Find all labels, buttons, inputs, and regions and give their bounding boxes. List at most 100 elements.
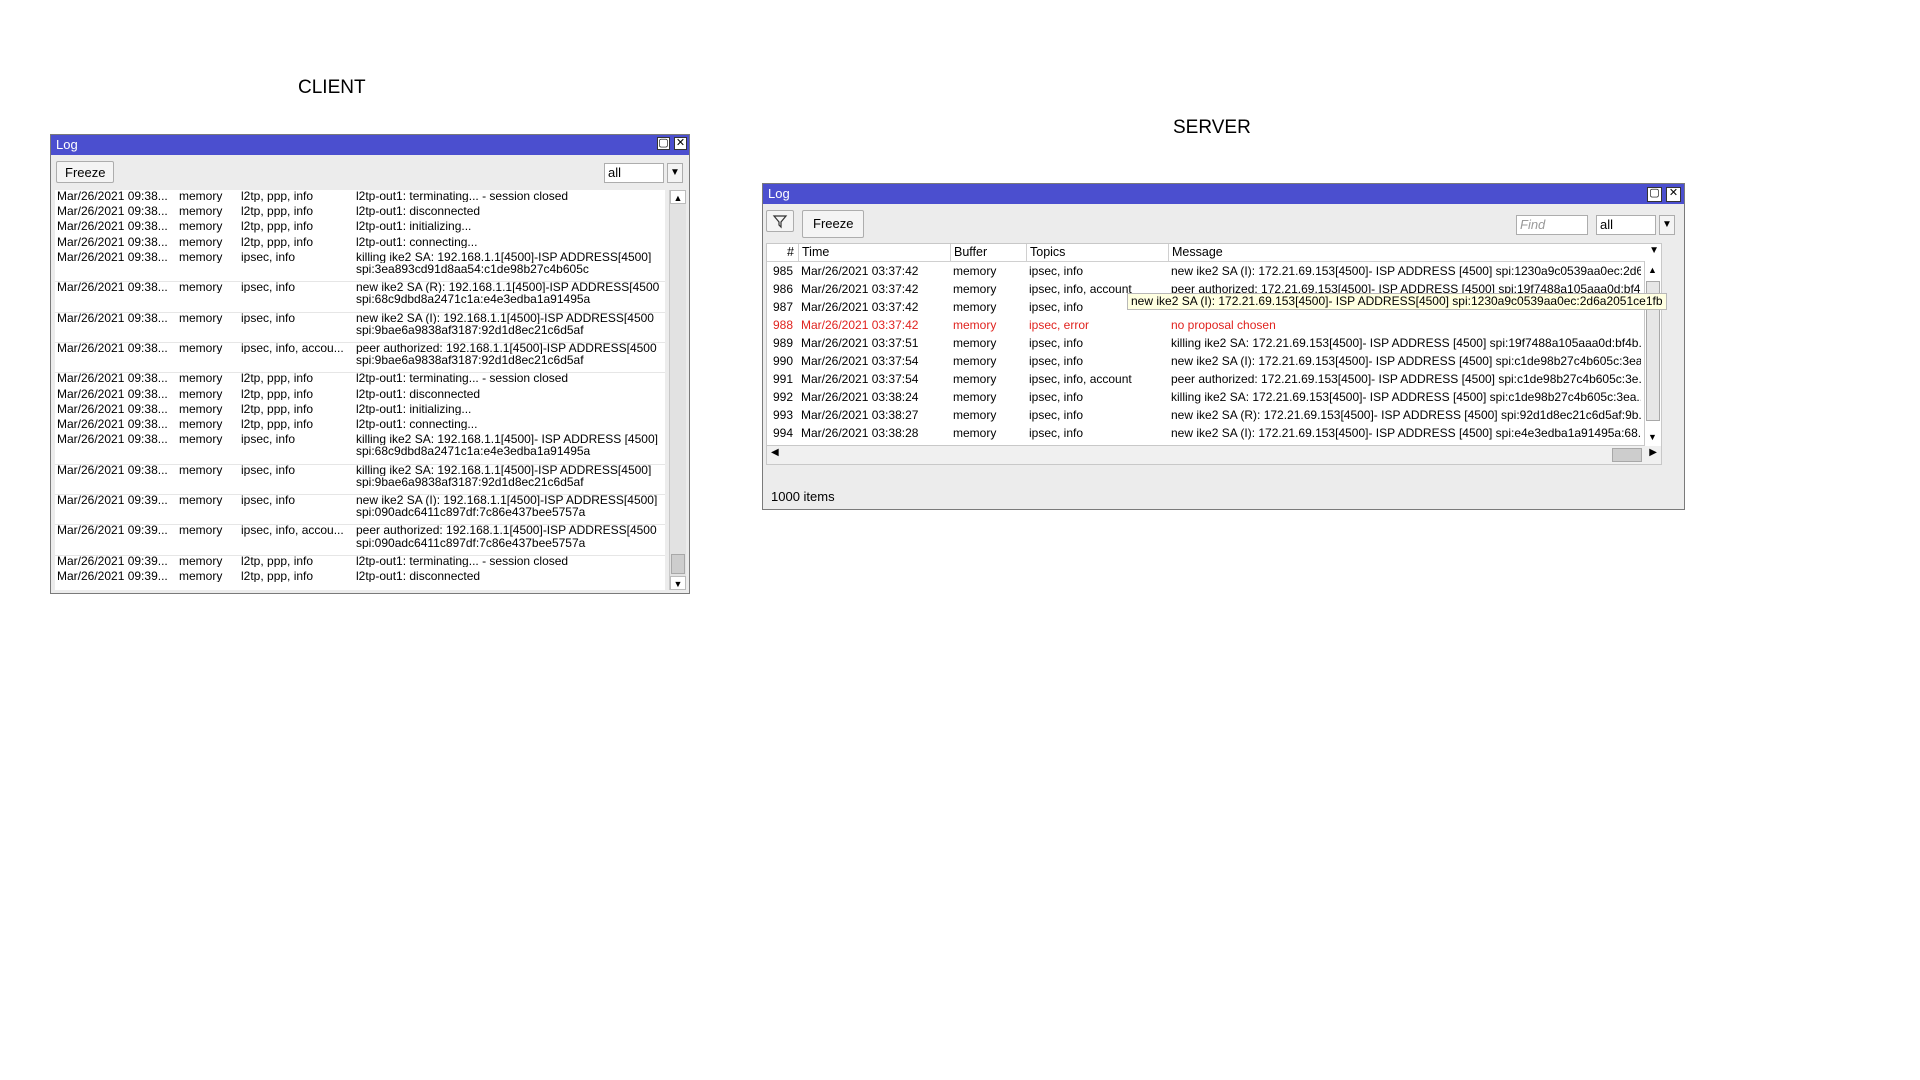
column-header-num[interactable]: # — [767, 244, 799, 261]
log-buffer: memory — [179, 402, 223, 416]
client-log-row[interactable]: Mar/26/2021 09:39... memory l2tp, ppp, inf… — [55, 555, 665, 570]
scroll-up-icon[interactable]: ▲ — [670, 190, 686, 204]
server-hscroll-thumb[interactable] — [1612, 448, 1642, 462]
server-titlebar[interactable]: Log ▢ ✕ — [763, 184, 1684, 204]
log-buffer: memory — [179, 205, 223, 218]
server-log-row[interactable]: 990 Mar/26/2021 03:37:54 memory ipsec, info… — [767, 354, 1661, 369]
log-topics: l2tp, ppp, info — [241, 372, 314, 385]
client-scroll-thumb[interactable] — [671, 554, 685, 574]
log-number: 986 — [772, 282, 793, 296]
scroll-right-icon[interactable]: ▶ — [1649, 447, 1657, 458]
client-vertical-scrollbar[interactable]: ▲ ▼ — [669, 190, 686, 590]
filter-icon[interactable] — [766, 210, 794, 232]
log-message: spi:68c9dbd8a2471c1a:e4e3edba1a91495a — [356, 445, 591, 458]
log-message: l2tp-out1: initializing... — [356, 220, 472, 233]
client-log-row[interactable]: Mar/26/2021 09:39... memory l2tp, ppp, inf… — [55, 570, 665, 585]
log-buffer: memory — [953, 408, 997, 422]
log-time: Mar/26/2021 09:38... — [57, 342, 168, 355]
client-log-row[interactable]: Mar/26/2021 09:39... memory ipsec, info new… — [55, 494, 665, 526]
client-freeze-button[interactable]: Freeze — [56, 161, 115, 183]
server-log-row[interactable]: 985 Mar/26/2021 03:37:42 memory ipsec, info… — [767, 264, 1661, 279]
column-header-buffer[interactable]: Buffer — [951, 244, 1027, 261]
client-log-row[interactable]: Mar/26/2021 09:38... memory ipsec, info new… — [55, 312, 665, 343]
server-log-row[interactable]: 989 Mar/26/2021 03:37:51 memory ipsec, info… — [767, 336, 1661, 351]
client-log-row[interactable]: Mar/26/2021 09:39... memory ipsec, info, a… — [55, 524, 665, 556]
close-icon[interactable]: ✕ — [674, 137, 687, 150]
close-icon[interactable]: ✕ — [1666, 187, 1681, 202]
log-time: Mar/26/2021 09:39... — [57, 570, 168, 583]
client-log-row[interactable]: Mar/26/2021 09:38... memory l2tp, ppp, inf… — [55, 236, 665, 251]
log-message: spi:9bae6a9838af3187:92d1d8ec21c6d5af — [356, 475, 584, 489]
scroll-down-icon[interactable]: ▼ — [1648, 432, 1657, 442]
scroll-up-icon[interactable]: ▲ — [1648, 265, 1657, 275]
client-log-row[interactable]: Mar/26/2021 09:38... memory ipsec, info new… — [55, 281, 665, 313]
log-message: new ike2 SA (I): 172.21.69.153[4500]- IS… — [1171, 264, 1641, 278]
client-log-row[interactable]: Mar/26/2021 09:38... memory l2tp, ppp, inf… — [55, 220, 665, 235]
log-topics: ipsec, info, accou... — [241, 342, 344, 355]
server-find-input[interactable]: Find — [1516, 215, 1588, 235]
log-time: Mar/26/2021 03:38:27 — [801, 408, 919, 422]
dropdown-arrow-icon[interactable]: ▼ — [667, 163, 683, 183]
log-time: Mar/26/2021 09:38... — [57, 205, 168, 218]
column-header-topics[interactable]: Topics — [1027, 244, 1169, 261]
scroll-left-icon[interactable]: ◀ — [771, 447, 779, 458]
log-message: spi:3ea893cd91d8aa54:c1de98b27c4b605c — [356, 263, 589, 276]
log-time: Mar/26/2021 09:38... — [57, 250, 168, 264]
log-topics: l2tp, ppp, info — [241, 554, 314, 568]
log-topics: l2tp, ppp, info — [241, 205, 314, 218]
server-vertical-scrollbar[interactable]: ▲ ▼ — [1644, 261, 1661, 446]
log-buffer: memory — [179, 463, 223, 476]
column-menu-dropdown-icon[interactable]: ▼ — [1649, 245, 1659, 256]
client-log-row[interactable]: Mar/26/2021 09:38... memory l2tp, ppp, inf… — [55, 372, 665, 387]
client-log-row[interactable]: Mar/26/2021 09:38... memory l2tp, ppp, inf… — [55, 388, 665, 403]
client-log-list[interactable]: Mar/26/2021 09:38... memory l2tp, ppp, inf… — [55, 190, 665, 590]
server-log-row[interactable]: 993 Mar/26/2021 03:38:27 memory ipsec, info… — [767, 408, 1661, 423]
log-message: killing ike2 SA: 172.21.69.153[4500]- IS… — [1171, 336, 1641, 350]
log-buffer: memory — [953, 372, 997, 386]
maximize-icon[interactable]: ▢ — [657, 137, 670, 150]
server-log-row[interactable]: 988 Mar/26/2021 03:37:42 memory ipsec, erro… — [767, 318, 1661, 333]
server-log-row[interactable]: 992 Mar/26/2021 03:38:24 memory ipsec, info… — [767, 390, 1661, 405]
client-titlebar[interactable]: Log ▢ ✕ — [51, 135, 689, 155]
scroll-down-icon[interactable]: ▼ — [670, 576, 686, 590]
client-log-row[interactable]: Mar/26/2021 09:38... memory l2tp, ppp, inf… — [55, 403, 665, 418]
client-log-row[interactable]: Mar/26/2021 09:38... memory ipsec, info kil… — [55, 464, 665, 495]
client-log-row[interactable]: Mar/26/2021 09:38... memory l2tp, ppp, inf… — [55, 190, 665, 205]
log-topics: ipsec, info — [1029, 408, 1084, 422]
server-caption: SERVER — [1173, 117, 1251, 138]
client-filter-select[interactable]: all — [604, 163, 664, 183]
log-message: spi:090adc6411c897df:7c86e437bee5757a — [356, 506, 586, 519]
client-log-row[interactable]: Mar/26/2021 09:38... memory l2tp, ppp, inf… — [55, 418, 665, 433]
server-log-row[interactable]: 991 Mar/26/2021 03:37:54 memory ipsec, info… — [767, 372, 1661, 387]
log-buffer: memory — [179, 554, 223, 568]
log-time: Mar/26/2021 09:38... — [57, 402, 168, 416]
log-buffer: memory — [179, 570, 223, 583]
log-message: l2tp-out1: connecting... — [356, 418, 478, 431]
column-header-message[interactable]: Message — [1169, 244, 1661, 261]
log-buffer: memory — [179, 342, 223, 355]
log-time: Mar/26/2021 03:37:42 — [801, 318, 919, 332]
client-log-row[interactable]: Mar/26/2021 09:38... memory l2tp, ppp, inf… — [55, 205, 665, 220]
log-buffer: memory — [179, 372, 223, 385]
client-log-row[interactable]: Mar/26/2021 09:38... memory ipsec, info, a… — [55, 342, 665, 374]
client-log-row[interactable]: Mar/26/2021 09:38... memory ipsec, info kil… — [55, 250, 665, 283]
server-horizontal-scrollbar[interactable]: ◀ ▶ — [767, 445, 1661, 464]
log-time: Mar/26/2021 09:38... — [57, 220, 168, 233]
log-message: l2tp-out1: disconnected — [356, 570, 481, 583]
log-number: 990 — [772, 354, 793, 368]
maximize-icon[interactable]: ▢ — [1647, 187, 1662, 202]
dropdown-arrow-icon[interactable]: ▼ — [1659, 215, 1675, 235]
server-freeze-button[interactable]: Freeze — [802, 210, 865, 238]
column-header-time[interactable]: Time — [799, 244, 951, 261]
client-log-row[interactable]: Mar/26/2021 09:38... memory ipsec, info kil… — [55, 433, 665, 465]
server-log-row[interactable]: 994 Mar/26/2021 03:38:28 memory ipsec, info… — [767, 426, 1661, 441]
server-log-table[interactable]: # Time Buffer Topics Message 985 Mar/26/2… — [766, 243, 1662, 465]
log-topics: ipsec, info — [241, 311, 296, 324]
server-window-title: Log — [768, 186, 790, 201]
log-message: l2tp-out1: terminating... - session clos… — [356, 372, 569, 385]
log-buffer: memory — [953, 354, 997, 368]
log-topics: ipsec, info — [1029, 354, 1084, 368]
log-buffer: memory — [179, 418, 223, 431]
log-number: 989 — [772, 336, 793, 350]
server-filter-select[interactable]: all — [1596, 215, 1656, 235]
